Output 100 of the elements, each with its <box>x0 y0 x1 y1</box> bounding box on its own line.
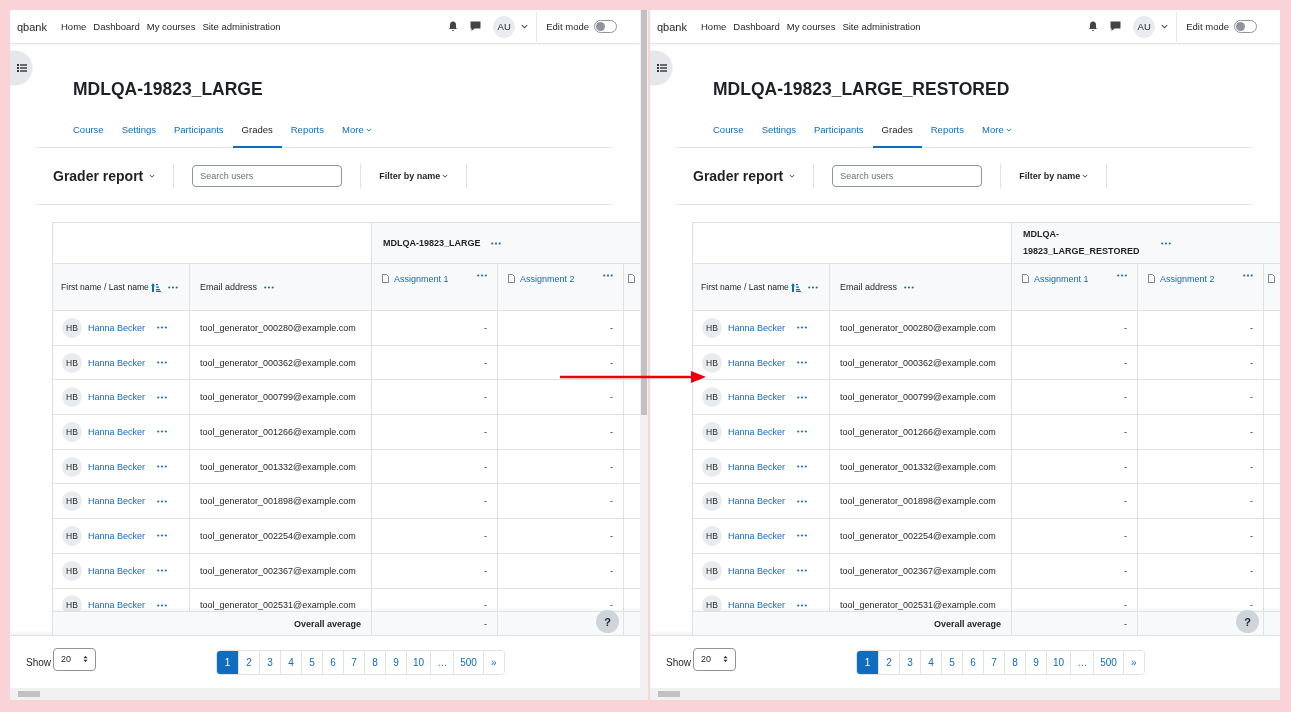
more-icon[interactable] <box>603 274 613 277</box>
nav-link[interactable]: Home <box>61 21 87 32</box>
per-page-select[interactable]: 20 <box>693 647 736 671</box>
column-header[interactable]: First name / Last name <box>701 282 789 292</box>
more-icon[interactable] <box>807 285 818 289</box>
more-icon[interactable] <box>167 285 178 289</box>
user-name-link[interactable]: Hanna Becker <box>88 426 146 437</box>
more-icon[interactable] <box>157 465 168 469</box>
page-button[interactable]: » <box>482 650 504 674</box>
edit-mode-switch[interactable] <box>594 20 617 33</box>
assignment-link[interactable]: Assignment 1 <box>394 274 472 284</box>
horizontal-scrollbar[interactable] <box>10 688 640 700</box>
page-button[interactable]: 1 <box>217 650 238 674</box>
more-icon[interactable] <box>797 534 808 538</box>
course-tab[interactable]: Grades <box>872 115 922 148</box>
more-icon[interactable] <box>797 395 808 399</box>
column-header[interactable]: Email address <box>200 282 258 292</box>
sort-icon[interactable] <box>790 282 801 292</box>
search-field[interactable]: Search users <box>192 165 343 187</box>
message-icon[interactable] <box>470 21 482 32</box>
user-name-link[interactable]: Hanna Becker <box>728 496 786 507</box>
filter-dropdown[interactable]: Filter by name <box>379 171 449 181</box>
report-selector[interactable]: Grader report <box>693 168 796 184</box>
user-name-link[interactable]: Hanna Becker <box>728 600 786 611</box>
more-icon[interactable] <box>477 274 487 277</box>
more-icon[interactable] <box>1243 274 1253 277</box>
user-name-link[interactable]: Hanna Becker <box>88 530 146 541</box>
report-selector[interactable]: Grader report <box>53 168 156 184</box>
user-name-link[interactable]: Hanna Becker <box>88 392 146 403</box>
site-name[interactable]: qbank <box>657 20 687 33</box>
drawer-toggle-button[interactable] <box>10 51 32 85</box>
more-icon[interactable] <box>797 603 808 607</box>
course-tab[interactable]: Grades <box>232 115 282 148</box>
more-icon[interactable] <box>157 326 168 330</box>
more-icon[interactable] <box>157 534 168 538</box>
more-icon[interactable] <box>797 326 808 330</box>
more-icon[interactable] <box>797 569 808 573</box>
page-button[interactable]: » <box>1122 650 1144 674</box>
user-name-link[interactable]: Hanna Becker <box>728 426 786 437</box>
more-icon[interactable] <box>904 285 915 289</box>
more-icon[interactable] <box>157 499 168 503</box>
bell-icon[interactable] <box>1088 21 1099 32</box>
user-name-link[interactable]: Hanna Becker <box>728 322 786 333</box>
course-tab[interactable]: Participants <box>804 115 873 148</box>
course-tab[interactable]: Course <box>73 115 113 148</box>
course-tab[interactable]: Reports <box>281 115 333 148</box>
course-tab[interactable]: Settings <box>112 115 165 148</box>
user-name-link[interactable]: Hanna Becker <box>88 322 146 333</box>
user-name-link[interactable]: Hanna Becker <box>728 357 786 368</box>
more-icon[interactable] <box>157 395 168 399</box>
more-icon[interactable] <box>157 430 168 434</box>
filter-dropdown[interactable]: Filter by name <box>1019 171 1089 181</box>
nav-link[interactable]: Site administration <box>202 21 281 32</box>
user-avatar[interactable]: AU <box>493 15 516 38</box>
column-header[interactable]: First name / Last name <box>61 282 149 292</box>
more-icon[interactable] <box>797 430 808 434</box>
page-button[interactable]: 1 <box>857 650 878 674</box>
vertical-scrollbar[interactable] <box>640 10 648 700</box>
nav-link[interactable]: My courses <box>146 21 196 32</box>
assignment-link[interactable]: Assignment 2 <box>1160 274 1238 284</box>
sort-icon[interactable] <box>150 282 161 292</box>
course-tab[interactable]: Reports <box>921 115 973 148</box>
drawer-toggle-button[interactable] <box>650 51 672 85</box>
per-page-select[interactable]: 20 <box>53 647 96 671</box>
edit-mode-switch[interactable] <box>1234 20 1257 33</box>
column-header[interactable]: Email address <box>840 282 898 292</box>
more-icon[interactable] <box>1161 241 1171 245</box>
site-name[interactable]: qbank <box>17 20 47 33</box>
user-name-link[interactable]: Hanna Becker <box>88 565 146 576</box>
course-tab[interactable]: Course <box>713 115 753 148</box>
more-icon[interactable] <box>490 241 501 245</box>
user-name-link[interactable]: Hanna Becker <box>728 530 786 541</box>
user-name-link[interactable]: Hanna Becker <box>88 600 146 611</box>
user-name-link[interactable]: Hanna Becker <box>88 357 146 368</box>
user-name-link[interactable]: Hanna Becker <box>728 461 786 472</box>
search-field[interactable]: Search users <box>832 165 983 187</box>
more-icon[interactable] <box>157 603 168 607</box>
nav-link[interactable]: Site administration <box>842 21 921 32</box>
nav-link[interactable]: Dashboard <box>93 21 140 32</box>
more-icon[interactable] <box>157 569 168 573</box>
user-name-link[interactable]: Hanna Becker <box>88 496 146 507</box>
horizontal-scrollbar[interactable] <box>650 688 1280 700</box>
user-name-link[interactable]: Hanna Becker <box>88 461 146 472</box>
more-icon[interactable] <box>264 285 275 289</box>
caret-icon[interactable] <box>521 24 529 29</box>
caret-icon[interactable] <box>1161 24 1169 29</box>
user-name-link[interactable]: Hanna Becker <box>728 392 786 403</box>
course-tab[interactable]: Settings <box>752 115 805 148</box>
nav-link[interactable]: My courses <box>786 21 836 32</box>
more-icon[interactable] <box>797 361 808 365</box>
user-avatar[interactable]: AU <box>1133 15 1156 38</box>
nav-link[interactable]: Home <box>701 21 727 32</box>
course-tab[interactable]: More <box>973 115 1021 148</box>
more-icon[interactable] <box>797 465 808 469</box>
assignment-link[interactable]: Assignment 2 <box>520 274 598 284</box>
more-icon[interactable] <box>157 361 168 365</box>
assignment-link[interactable]: Assignment 1 <box>1034 274 1112 284</box>
user-name-link[interactable]: Hanna Becker <box>728 565 786 576</box>
nav-link[interactable]: Dashboard <box>733 21 780 32</box>
more-icon[interactable] <box>1117 274 1127 277</box>
